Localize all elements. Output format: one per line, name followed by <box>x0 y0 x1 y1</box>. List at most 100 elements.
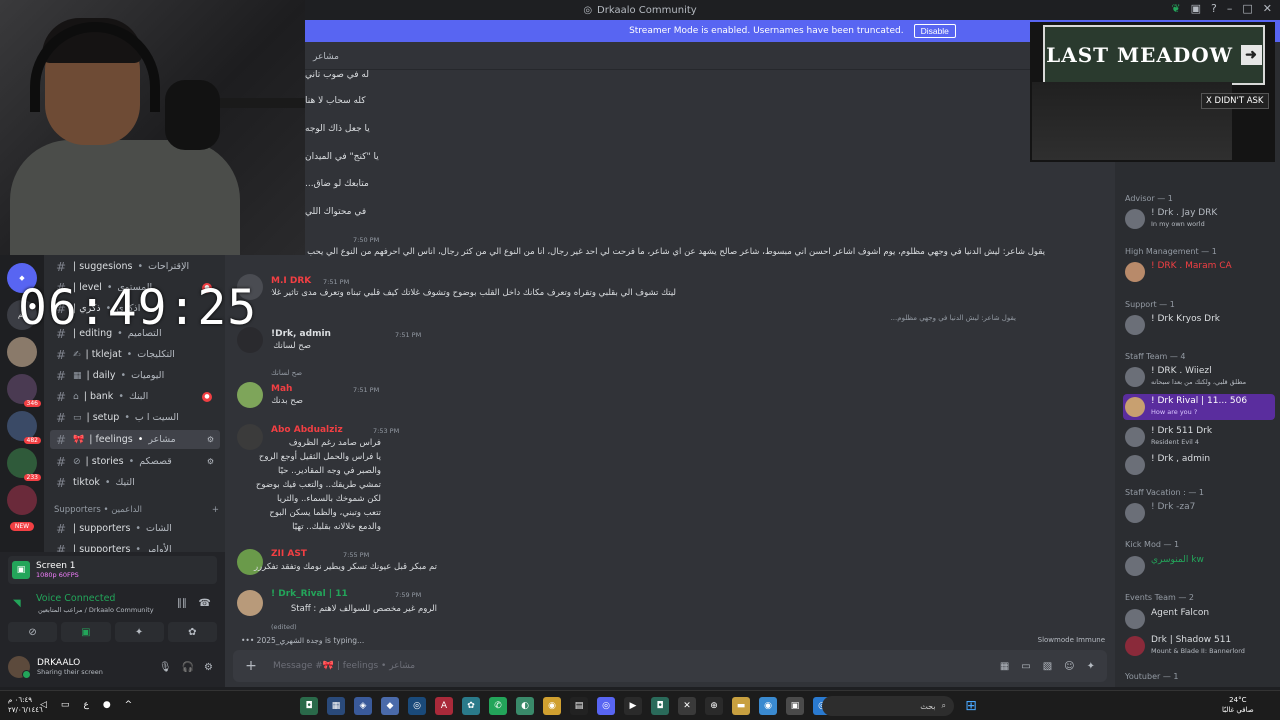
message-author[interactable]: Abo Abdualziz <box>271 425 343 435</box>
category-supporters[interactable]: Supporters • الداعمين + <box>54 505 219 515</box>
avatar[interactable] <box>237 382 263 408</box>
app-icon[interactable]: ◐ <box>516 697 534 715</box>
gif-icon[interactable]: ▭ <box>1021 661 1030 672</box>
message-author[interactable]: M.I DRK <box>271 276 311 286</box>
member-item[interactable]: Drk | Shadow 511 Mount & Blade II: Banne… <box>1123 633 1275 659</box>
inbox-icon[interactable]: ▣ <box>1191 2 1201 15</box>
maximize-button[interactable]: □ <box>1242 2 1252 15</box>
server-icon[interactable]: 346 <box>7 374 41 407</box>
app-icon[interactable]: ▶ <box>624 697 642 715</box>
apps-icon[interactable]: ✦ <box>1087 661 1095 672</box>
channel-supporters[interactable]: # | supporters • الشات <box>50 519 220 538</box>
member-item[interactable]: ! Drk . Jay DRK In my own world <box>1123 206 1275 232</box>
message-author[interactable]: ZII AST <box>271 549 307 559</box>
language-indicator[interactable]: ع <box>83 700 88 710</box>
avatar[interactable] <box>237 590 263 616</box>
app-icon[interactable]: ◘ <box>300 697 318 715</box>
noise-icon[interactable]: ∥∥ <box>177 598 187 609</box>
disconnect-icon[interactable]: ☎ <box>199 598 211 609</box>
member-item[interactable]: ! Drk , admin <box>1123 452 1275 478</box>
reply-preview[interactable]: صح لسانك <box>271 369 302 377</box>
voice-channel-label[interactable]: مراعب المتابعين / Drkaalo Community <box>38 606 154 614</box>
whatsapp-icon[interactable]: ✆ <box>489 697 507 715</box>
add-channel-icon[interactable]: + <box>212 505 219 515</box>
sticker-icon[interactable]: ▧ <box>1043 661 1052 672</box>
screen-share-button[interactable]: ▣ <box>61 622 111 642</box>
app-icon[interactable]: ◉ <box>759 697 777 715</box>
channel-tiktok[interactable]: # tiktok • التيك <box>50 473 220 492</box>
channel-feelings[interactable]: # 🎀 | feelings • مشاعر ⚙ <box>50 430 220 449</box>
screen-share-row[interactable]: ▣ Screen 1 1080p 60FPS <box>8 556 217 584</box>
channel-suggesions[interactable]: # | suggesions • الإقتراحات <box>50 257 220 276</box>
taskbar-search[interactable]: بحث ⌕ <box>822 696 954 716</box>
composer-placeholder[interactable]: Message #🎀 | feelings • مشاعر <box>273 661 415 671</box>
avatar[interactable] <box>237 424 263 450</box>
gear-icon[interactable]: ⚙ <box>204 662 213 673</box>
app-icon[interactable]: ⊕ <box>705 697 723 715</box>
close-button[interactable]: ✕ <box>1263 2 1272 15</box>
app-icon[interactable]: ▤ <box>570 697 588 715</box>
app-icon[interactable]: ◆ <box>381 697 399 715</box>
channel-settings-icon[interactable]: ⚙ <box>207 457 214 466</box>
camera-off-button[interactable]: ⊘ <box>8 622 58 642</box>
mic-icon[interactable]: ● <box>103 700 111 710</box>
username[interactable]: DRKAALO <box>37 658 103 668</box>
member-item[interactable]: ! DRK . Maram CA <box>1123 259 1275 285</box>
member-item[interactable]: ! Drk 511 Drk Resident Evil 4 <box>1123 424 1275 450</box>
headphones-icon[interactable]: 🎧 <box>182 662 194 673</box>
taskbar-clock[interactable]: ٠٦:٤٩ م ٢٧/٠٦/١٤٤٦ <box>8 695 43 715</box>
soundboard-button[interactable]: ✿ <box>167 622 217 642</box>
channel-settings-icon[interactable]: ⚙ <box>207 435 214 444</box>
gift-icon[interactable]: ▦ <box>1000 661 1009 672</box>
app-icon[interactable]: A <box>435 697 453 715</box>
server-icon[interactable] <box>7 485 37 515</box>
member-item[interactable]: ! Drk -za7 <box>1123 500 1275 526</box>
app-icon[interactable]: ✿ <box>462 697 480 715</box>
channel-name: | suggesions <box>73 261 133 272</box>
windows-start-icon[interactable]: ⊞ <box>962 697 980 715</box>
app-icon[interactable]: ✕ <box>678 697 696 715</box>
disable-streamer-button[interactable]: Disable <box>913 24 956 38</box>
message-composer[interactable]: + Message #🎀 | feelings • مشاعر ▦ ▭ ▧ ☺ … <box>233 650 1107 682</box>
emoji-icon[interactable]: ☺ <box>1064 661 1074 672</box>
shield-icon[interactable]: ◈ <box>354 697 372 715</box>
help-icon[interactable]: ? <box>1211 2 1217 15</box>
reply-preview[interactable]: يقول شاعر: ليش الدنيا في وجهي مظلوم... <box>271 314 1016 322</box>
server-icon[interactable]: 482 <box>7 411 41 444</box>
channel-stories[interactable]: # ⊘ | stories • قصصكم ⚙ <box>50 452 220 471</box>
channel-daily[interactable]: # ▦ | daily • اليوميات <box>50 366 220 385</box>
message-author[interactable]: Mah <box>271 384 292 394</box>
channel-bank[interactable]: # ⌂ | bank • البنك ● <box>50 387 220 406</box>
chevron-up-icon[interactable]: ^ <box>125 700 133 710</box>
member-name: Drk | Shadow 511 <box>1151 635 1232 645</box>
store-icon[interactable]: ▣ <box>786 697 804 715</box>
avatar[interactable] <box>8 656 31 679</box>
member-item[interactable]: ! Drk Rival | 11... 506 How are you ? <box>1123 394 1275 420</box>
mic-icon[interactable]: 🎙 <box>159 662 172 673</box>
server-icon[interactable]: 233 <box>7 448 41 481</box>
channel-setup[interactable]: # ▭ | setup • السيت ا ب <box>50 408 220 427</box>
discord-icon[interactable]: ◎ <box>597 697 615 715</box>
app-icon[interactable]: ◘ <box>651 697 669 715</box>
folder-icon[interactable]: ▬ <box>732 697 750 715</box>
leaf-icon[interactable]: ❦ <box>1171 2 1180 15</box>
steam-icon[interactable]: ◎ <box>408 697 426 715</box>
app-icon[interactable]: ▦ <box>327 697 345 715</box>
activities-button[interactable]: ✦ <box>114 622 164 642</box>
server-icon[interactable] <box>7 337 37 367</box>
message-author[interactable]: !Drk, admin <box>271 329 331 339</box>
channel-tklejat[interactable]: # ✍ | tklejat • التكليجات <box>50 345 220 364</box>
member-item[interactable]: Agent Falcon <box>1123 606 1275 632</box>
monitor-icon[interactable]: ▭ <box>61 700 70 710</box>
speaker-icon[interactable]: ◁ <box>40 700 47 710</box>
minimize-button[interactable]: – <box>1227 2 1233 15</box>
message-text: صح لسانك <box>273 341 311 351</box>
weather-widget[interactable]: 24°C صافي غالبًا <box>1222 695 1254 715</box>
member-item[interactable]: ! Drk Kryos Drk <box>1123 312 1275 338</box>
member-item[interactable]: المنوسري kw <box>1123 553 1275 579</box>
voice-connected-label[interactable]: Voice Connected <box>36 593 115 604</box>
message-author[interactable]: ! Drk_Rival | 11 <box>271 589 348 599</box>
member-item[interactable]: ! DRK . Wiiezl مطلق قلبي، ولكنك من بعدا … <box>1123 364 1275 390</box>
plus-icon[interactable]: + <box>243 658 259 674</box>
chrome-icon[interactable]: ◉ <box>543 697 561 715</box>
